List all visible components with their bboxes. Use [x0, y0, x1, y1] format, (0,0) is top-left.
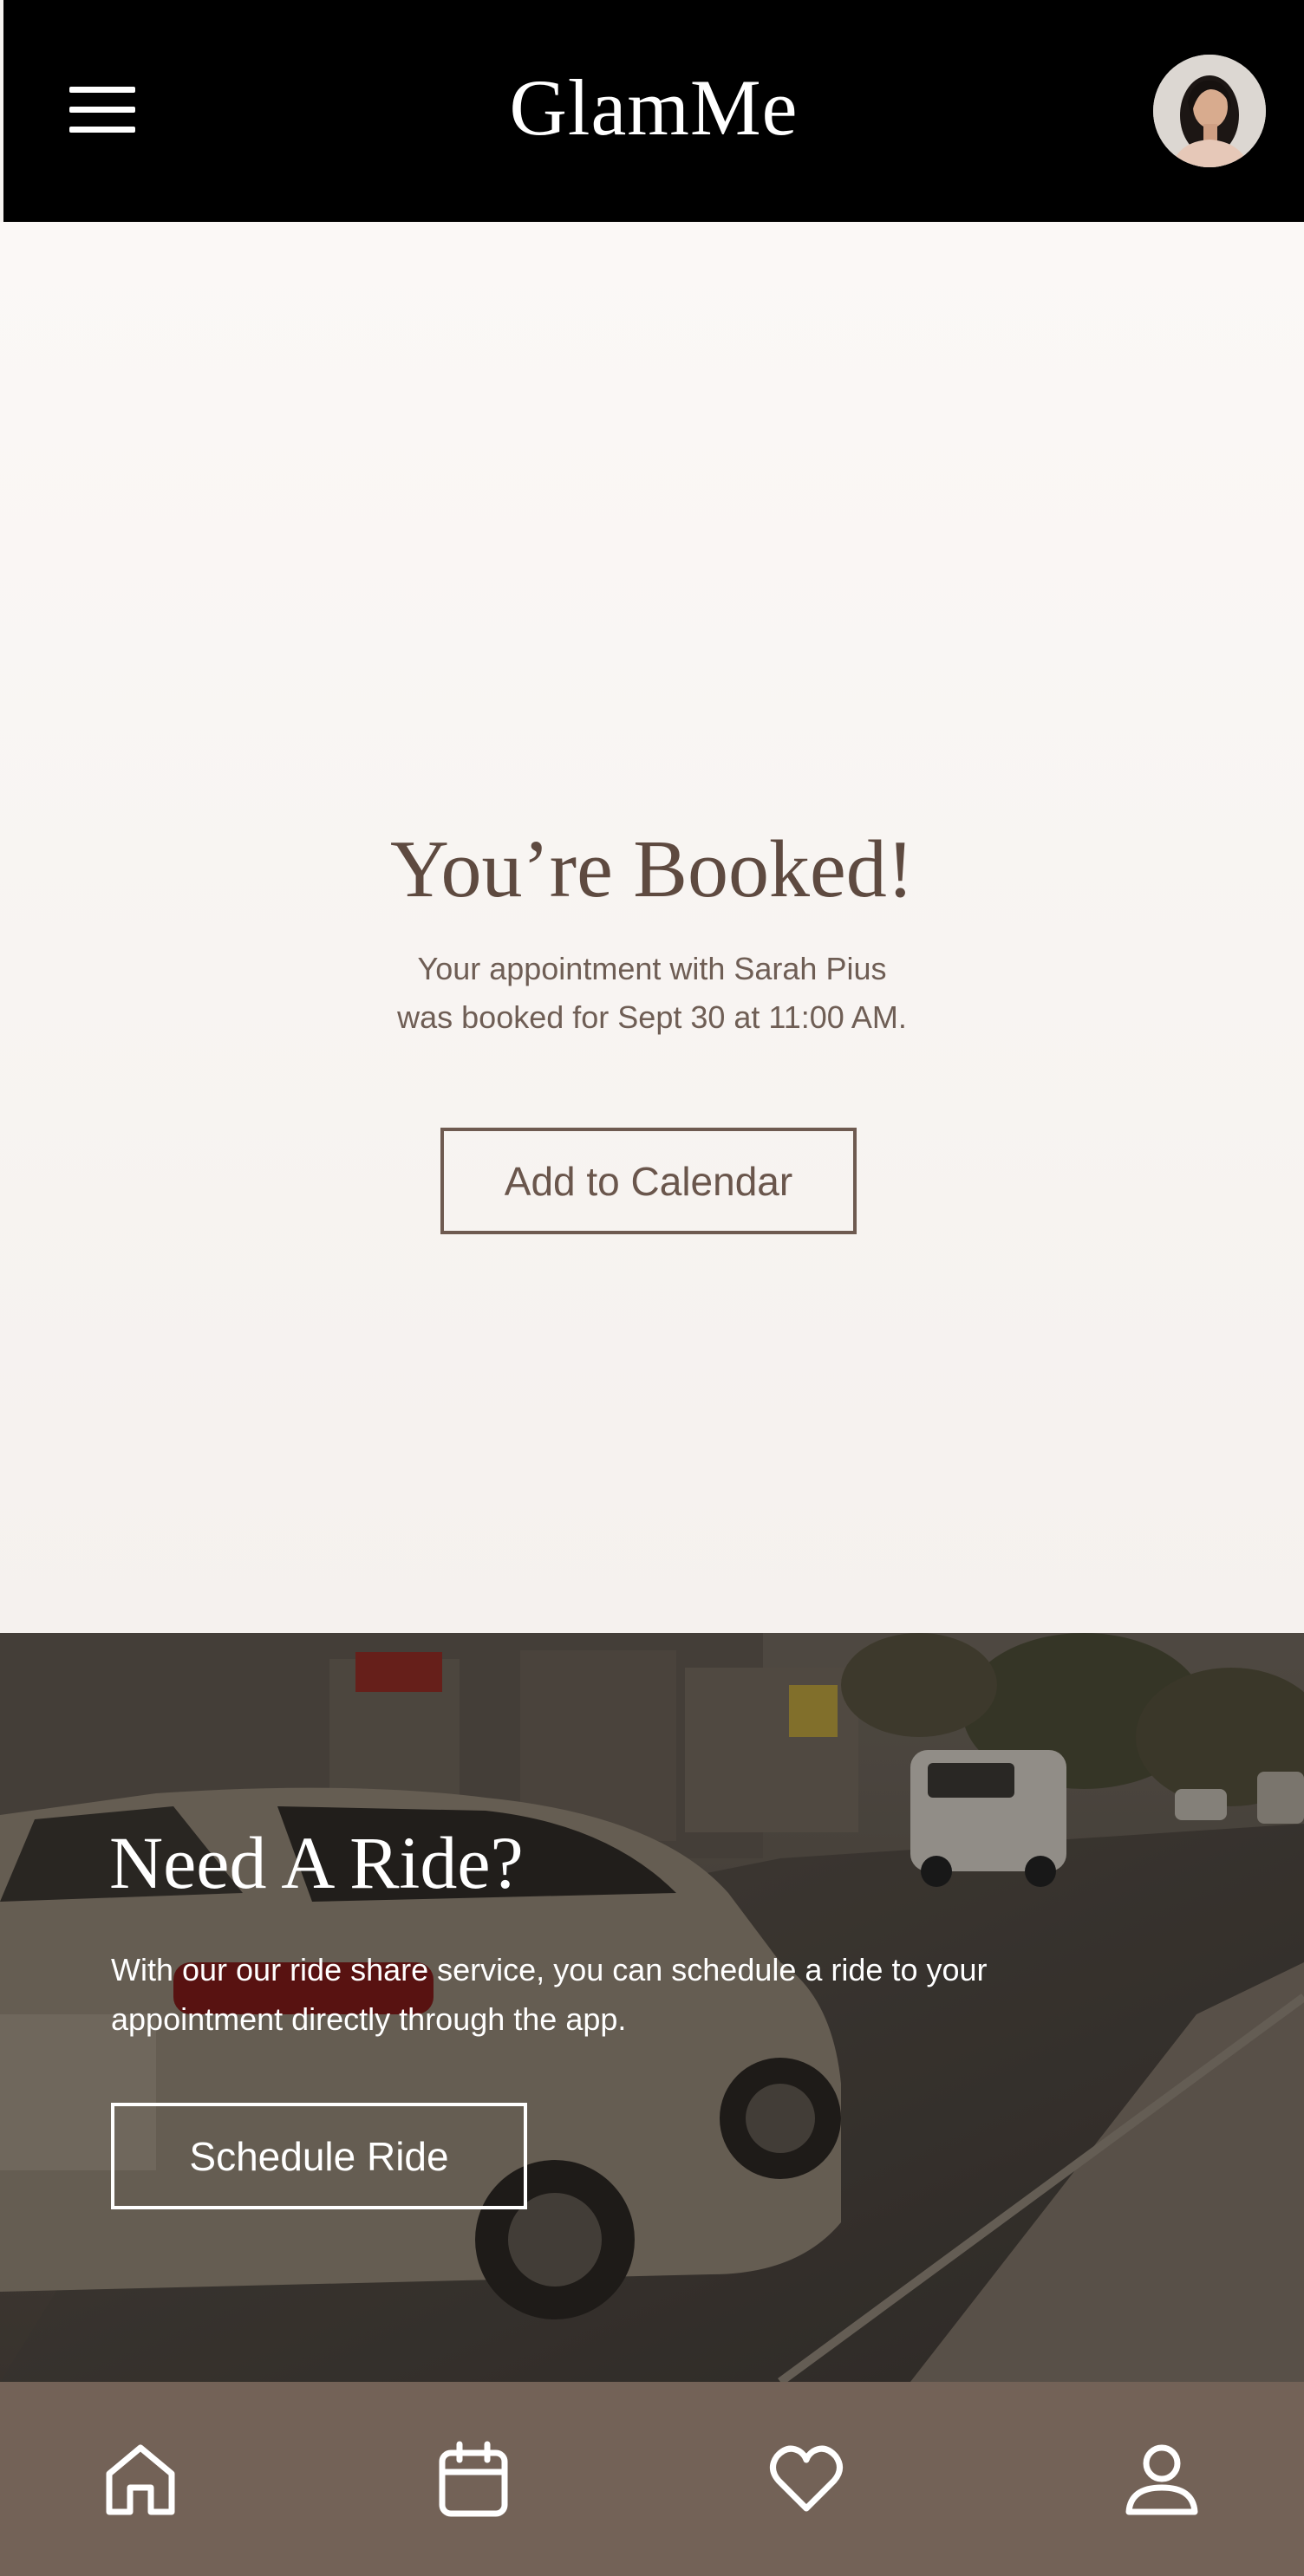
schedule-ride-button[interactable]: Schedule Ride — [111, 2103, 527, 2209]
nav-heart-icon[interactable] — [766, 2439, 846, 2519]
confirmation-title: You’re Booked! — [389, 824, 915, 914]
ride-title: Need A Ride? — [109, 1821, 524, 1904]
top-bar: GlamMe — [3, 0, 1304, 222]
add-to-calendar-button[interactable]: Add to Calendar — [440, 1128, 857, 1234]
confirmation-message-line1: Your appointment with Sarah Pius — [417, 951, 887, 986]
confirmation-message-line2: was booked for Sept 30 at 11:00 AM. — [397, 999, 907, 1035]
avatar[interactable] — [1153, 55, 1266, 167]
app-screen: GlamMe You’re Booked! Your appointment w… — [0, 0, 1304, 2576]
booking-confirmation: You’re Booked! Your appointment with Sar… — [0, 222, 1304, 1633]
nav-calendar-icon[interactable] — [434, 2439, 513, 2519]
nav-home-icon[interactable] — [101, 2439, 180, 2519]
confirmation-message: Your appointment with Sarah Pius was boo… — [305, 945, 999, 1042]
ride-promo-section: Need A Ride? With our our ride share ser… — [0, 1633, 1304, 2382]
app-logo: GlamMe — [509, 63, 799, 152]
bottom-navigation — [0, 2382, 1304, 2576]
ride-description: With our our ride share service, you can… — [111, 1952, 988, 2037]
nav-profile-icon[interactable] — [1122, 2439, 1202, 2519]
